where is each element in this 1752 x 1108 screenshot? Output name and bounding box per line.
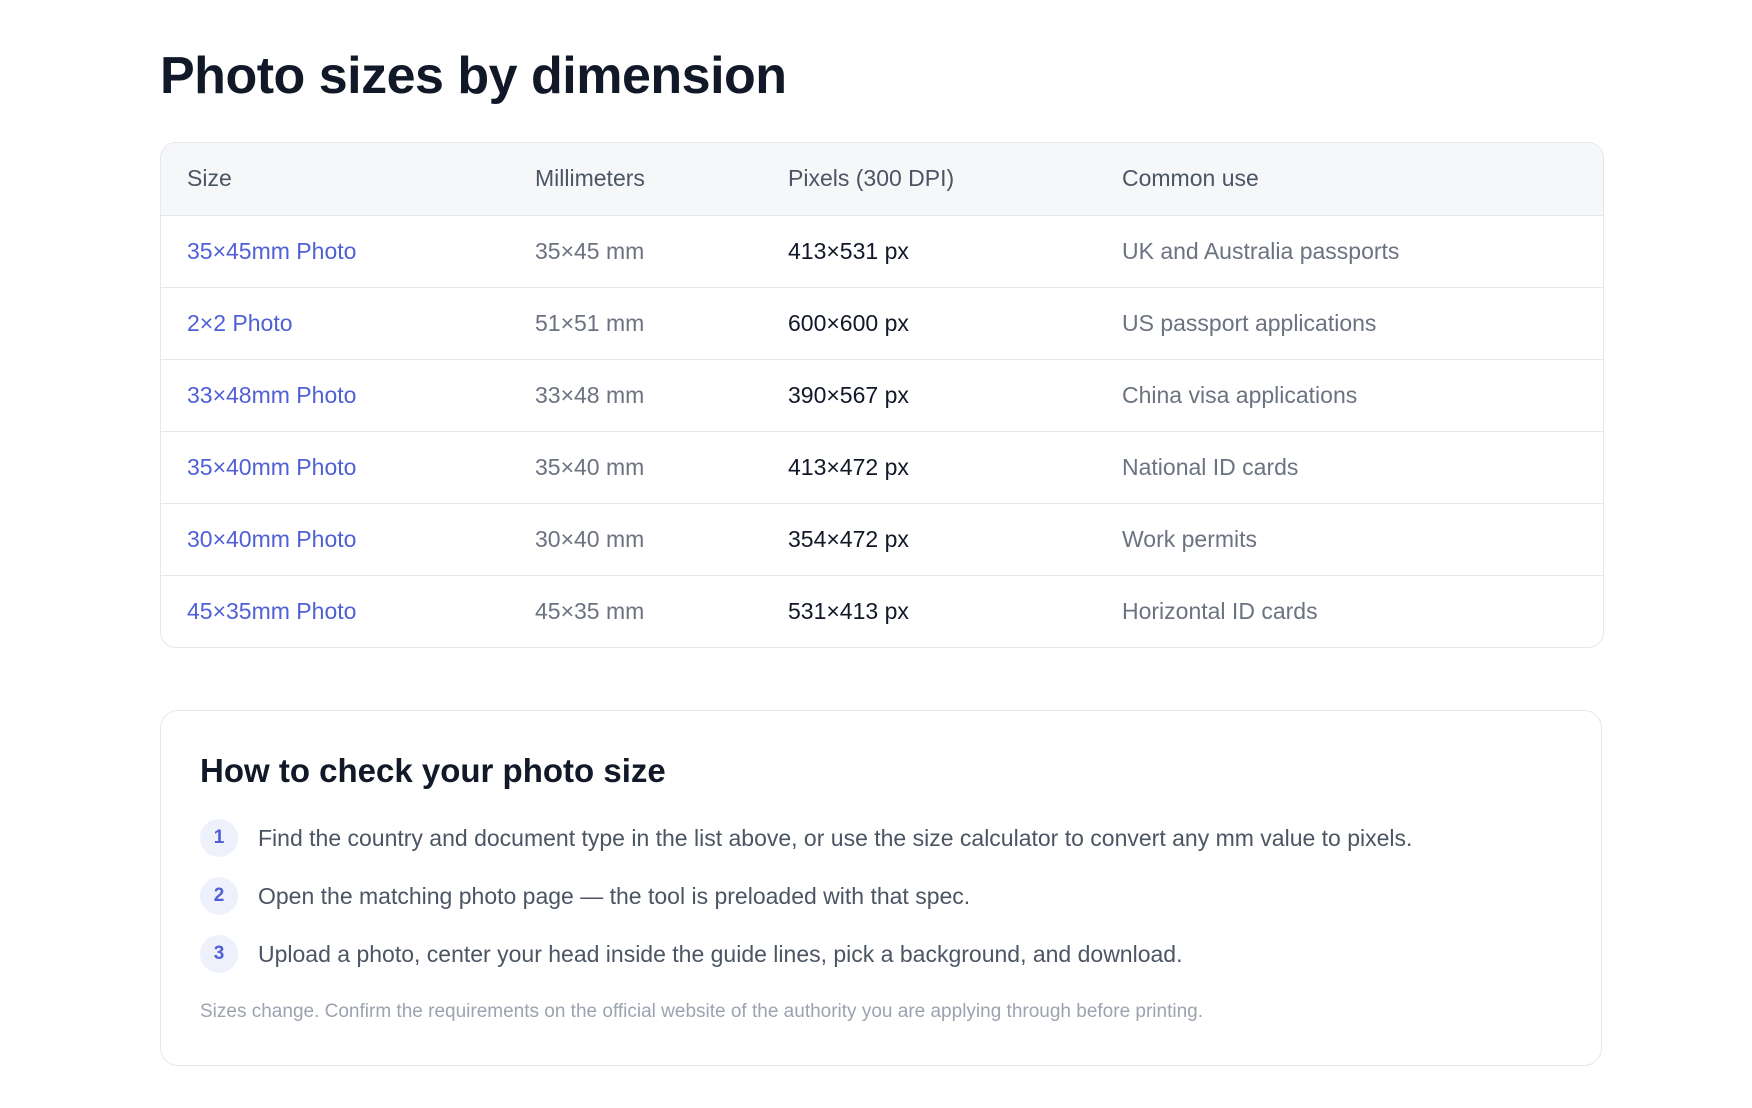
pixels-cell: 531×413 px	[762, 574, 1096, 647]
size-link[interactable]: 45×35mm Photo	[187, 598, 356, 624]
millimeters-cell: 35×45 mm	[535, 237, 645, 264]
size-link[interactable]: 33×48mm Photo	[187, 382, 356, 408]
millimeters-cell: 30×40 mm	[509, 502, 762, 575]
size-cell: 45×35mm Photo	[161, 574, 509, 647]
table-row: 35×45mm Photo 35×45 mm 413×531 px UK and…	[161, 215, 1603, 287]
size-cell: 35×40mm Photo	[161, 430, 509, 503]
steps-list: 1 Find the country and document type in …	[200, 819, 1412, 993]
common-use-cell: Horizontal ID cards	[1096, 574, 1603, 647]
column-header-size: Size	[161, 143, 509, 216]
column-header-common-use: Common use	[1096, 143, 1603, 216]
step-number-badge: 3	[200, 935, 238, 973]
how-to-check-card: How to check your photo size 1 Find the …	[160, 710, 1602, 1066]
size-cell: 35×45mm Photo	[161, 215, 509, 287]
millimeters-cell: 33×48 mm	[509, 358, 762, 431]
common-use-cell: US passport applications	[1096, 286, 1603, 359]
size-cell: 33×48mm Photo	[161, 358, 509, 431]
pixels-cell: 390×567 px	[762, 358, 1096, 431]
step-text: Find the country and document type in th…	[258, 824, 1413, 851]
size-link[interactable]: 2×2 Photo	[187, 310, 293, 336]
table-row: 2×2 Photo 51×51 mm 600×600 px US passpor…	[161, 286, 1603, 359]
disclaimer-note: Sizes change. Confirm the requirements o…	[200, 1001, 1204, 1022]
millimeters-cell: 51×51 mm	[509, 286, 762, 359]
table-row: 33×48mm Photo 33×48 mm 390×567 px China …	[161, 358, 1603, 431]
photo-sizes-table-card: Size Millimeters Pixels (300 DPI) Common…	[160, 142, 1604, 648]
column-header-pixels: Pixels (300 DPI)	[762, 143, 1096, 216]
common-use-cell: China visa applications	[1096, 358, 1603, 431]
pixels-cell: 354×472 px	[762, 502, 1096, 575]
size-link[interactable]: 35×45mm Photo	[187, 238, 356, 264]
table-header-row: Size Millimeters Pixels (300 DPI) Common…	[161, 143, 1603, 216]
page-title: Photo sizes by dimension	[160, 47, 787, 105]
common-use-cell: UK and Australia passports	[1122, 237, 1400, 264]
how-to-check-title: How to check your photo size	[200, 752, 666, 789]
size-link[interactable]: 30×40mm Photo	[187, 526, 356, 552]
step-item: 3 Upload a photo, center your head insid…	[200, 935, 1412, 973]
millimeters-cell: 45×35 mm	[509, 574, 762, 647]
table-row: 45×35mm Photo 45×35 mm 531×413 px Horizo…	[161, 574, 1603, 647]
pixels-cell: 413×472 px	[762, 430, 1096, 503]
pixels-cell: 413×531 px	[788, 237, 909, 264]
size-link[interactable]: 35×40mm Photo	[187, 454, 356, 480]
step-number-badge: 2	[200, 877, 238, 915]
size-cell: 30×40mm Photo	[161, 502, 509, 575]
page: Photo sizes by dimension Size Millimeter…	[0, 0, 1752, 1108]
step-text: Upload a photo, center your head inside …	[258, 940, 1183, 967]
size-cell: 2×2 Photo	[161, 286, 509, 359]
table-row: 35×40mm Photo 35×40 mm 413×472 px Nation…	[161, 430, 1603, 503]
millimeters-cell: 35×40 mm	[509, 430, 762, 503]
step-number-badge: 1	[200, 819, 238, 857]
step-item: 1 Find the country and document type in …	[200, 819, 1412, 857]
common-use-cell: National ID cards	[1096, 430, 1603, 503]
common-use-cell: Work permits	[1096, 502, 1603, 575]
pixels-cell: 600×600 px	[762, 286, 1096, 359]
step-item: 2 Open the matching photo page — the too…	[200, 877, 1412, 915]
column-header-millimeters: Millimeters	[509, 143, 762, 216]
table-row: 30×40mm Photo 30×40 mm 354×472 px Work p…	[161, 502, 1603, 575]
step-text: Open the matching photo page — the tool …	[258, 882, 971, 909]
photo-sizes-table: Size Millimeters Pixels (300 DPI) Common…	[161, 143, 1603, 647]
